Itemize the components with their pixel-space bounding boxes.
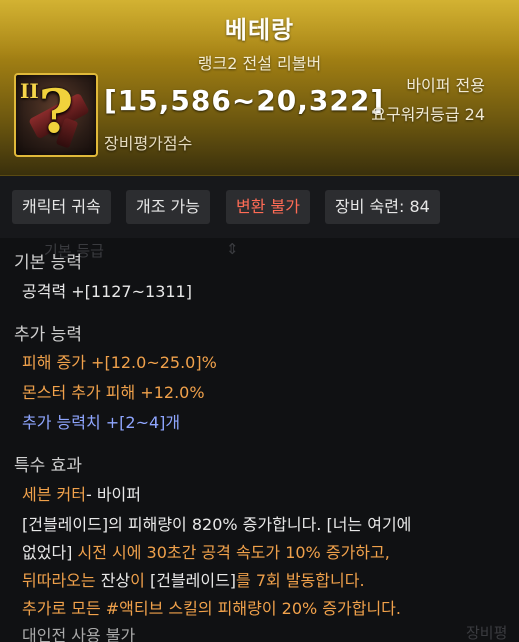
special-desc-line-3: 뒤따라오는 잔상이 [건블레이드]를 7회 발동합니다. xyxy=(22,567,365,591)
item-name: 베테랑 xyxy=(224,16,295,44)
background-chevron-icon: ⇕ xyxy=(226,240,239,258)
set-effect-name: 세븐 커터- 바이퍼 xyxy=(22,481,141,505)
damage-range: [15,586~20,322] xyxy=(104,84,385,117)
background-corner-label: 장비평 xyxy=(466,624,508,642)
special-desc-segment: 이 xyxy=(130,571,150,590)
item-tooltip: 베테랑 랭크2 전설 리볼버 ? II [15,586~20,322] 장비평가… xyxy=(0,0,519,642)
special-desc-segment: 시전 시에 30초간 공격 속도가 10% 증가하고, xyxy=(72,543,390,562)
basic-stats-title: 기본 능력 xyxy=(14,253,82,273)
tag-modifiable: 개조 가능 xyxy=(126,190,210,224)
set-class: - 바이퍼 xyxy=(85,485,141,504)
tag-equipment-proficiency: 장비 숙련: 84 xyxy=(325,190,440,224)
set-name: 세븐 커터 xyxy=(22,485,86,504)
item-details: 기본 등급 ⇕ 장비평 기본 능력 공격력 +[1127~1311] 추가 능력… xyxy=(0,238,519,642)
special-desc-line-1: [건블레이드]의 피해량이 820% 증가합니다. [너는 여기에 xyxy=(22,515,412,534)
monster-damage-stat: 몬스터 추가 피해 +12.0% xyxy=(22,383,205,402)
skill-name: [건블레이드] xyxy=(149,571,237,590)
special-desc-line-4: 추가로 모든 #액티브 스킬의 피해량이 20% 증가합니다. xyxy=(22,599,401,618)
item-icon: ? II xyxy=(14,73,98,157)
rank-badge: II xyxy=(20,79,39,103)
skill-name: 없었다] xyxy=(22,543,73,562)
damage-increase-stat: 피해 증가 +[12.0~25.0]% xyxy=(22,353,217,372)
item-header: 베테랑 랭크2 전설 리볼버 ? II [15,586~20,322] 장비평가… xyxy=(0,0,519,176)
pvp-restriction: 대인전 사용 불가 xyxy=(22,626,136,642)
item-tags: 캐릭터 귀속 개조 가능 변환 불가 장비 숙련: 84 xyxy=(0,176,519,238)
attack-stat: 공격력 +[1127~1311] xyxy=(22,282,192,301)
required-level: 요구워커등급 24 xyxy=(371,105,485,124)
item-subtitle: 랭크2 전설 리볼버 xyxy=(197,54,322,73)
special-desc-segment: 뒤따라오는 xyxy=(22,571,101,590)
special-desc-segment: 를 7회 발동합니다. xyxy=(236,571,365,590)
class-restriction: 바이퍼 전용 xyxy=(406,76,485,95)
special-desc-line-2: 없었다] 시전 시에 30초간 공격 속도가 10% 증가하고, xyxy=(22,539,390,563)
tag-character-bound: 캐릭터 귀속 xyxy=(12,190,111,224)
additional-stats-title: 추가 능력 xyxy=(14,325,82,345)
special-effect-title: 특수 효과 xyxy=(14,456,82,476)
tag-no-conversion: 변환 불가 xyxy=(226,190,310,224)
gear-score-label: 장비평가점수 xyxy=(104,134,193,153)
afterimage-keyword: 잔상 xyxy=(100,571,131,590)
additional-stat-count: 추가 능력치 +[2~4]개 xyxy=(22,413,181,432)
